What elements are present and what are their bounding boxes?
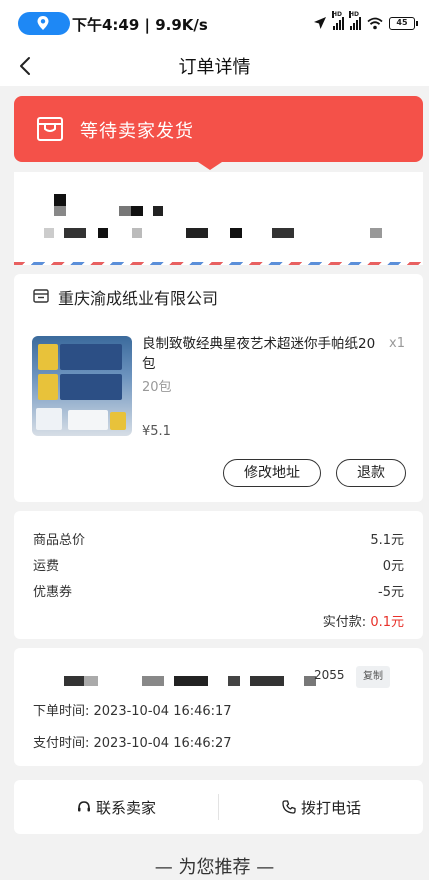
product-price: ¥5.1: [142, 424, 171, 439]
paid-label: 实付款:: [322, 615, 367, 630]
product-quantity: x1: [389, 336, 405, 351]
price-row-coupon: 优惠券 -5元: [33, 581, 404, 601]
redacted-block: [64, 676, 84, 686]
signal-icon: HD: [332, 11, 344, 30]
redacted-block: [54, 194, 66, 206]
order-status-banner: 等待卖家发货: [14, 96, 423, 162]
product-card: 重庆渝成纸业有限公司 良制致敬经典星夜艺术超迷你手帕纸20包 x1 20包 ¥5…: [14, 274, 423, 502]
signal-icon-2: HD: [349, 11, 361, 30]
page-title: 订单详情: [178, 57, 251, 78]
recommend-heading: — 为您推荐 —: [154, 857, 275, 878]
headset-icon: [77, 801, 90, 812]
redacted-block: [142, 676, 164, 686]
status-icons: HD HD 45: [313, 11, 418, 33]
refund-button[interactable]: 退款: [336, 459, 406, 487]
redacted-block: [230, 228, 242, 238]
location-pin-icon: [37, 16, 49, 30]
redacted-block: [370, 228, 382, 238]
redacted-block: [272, 228, 294, 238]
store-name[interactable]: 重庆渝成纸业有限公司: [58, 285, 218, 309]
battery-icon: 45: [389, 16, 418, 30]
call-label: 拨打电话: [300, 798, 361, 817]
order-info-card: 2055 复制 下单时间: 2023-10-04 16:46:17 支付时间: …: [14, 648, 423, 766]
status-time: 下午4:49 | 9.9K/s: [72, 16, 208, 34]
price-summary-card: 商品总价 5.1元 运费 0元 优惠券 -5元 实付款: 0.1元: [14, 511, 423, 639]
paid-total: 实付款: 0.1元: [323, 611, 404, 630]
wifi-icon: [367, 17, 383, 29]
navigation-arrow-icon: [314, 17, 326, 29]
price-row-label: 优惠券: [33, 585, 73, 600]
redacted-block: [174, 676, 208, 686]
store-icon: [33, 289, 49, 303]
banner-pointer: [198, 162, 222, 170]
redacted-block: [228, 676, 240, 686]
price-row-goods-total: 商品总价 5.1元: [33, 529, 404, 549]
order-number: 2055: [314, 668, 345, 682]
redacted-block: [153, 206, 163, 216]
redacted-block: [98, 228, 108, 238]
redacted-block: [54, 206, 66, 216]
product-spec: 20包: [142, 380, 172, 395]
price-row-label: 商品总价: [33, 533, 86, 548]
location-indicator: [18, 12, 70, 35]
contact-card: 联系卖家 拨打电话: [14, 780, 423, 834]
price-row-value: -5元: [378, 585, 404, 600]
airmail-border: [14, 262, 423, 265]
status-bar: 下午4:49 | 9.9K/s HD HD 45: [0, 0, 429, 46]
copy-button[interactable]: 复制: [356, 666, 390, 688]
redacted-block: [64, 228, 86, 238]
paid-amount: 0.1元: [370, 615, 404, 630]
modify-address-button[interactable]: 修改地址: [223, 459, 321, 487]
order-placed-time: 下单时间: 2023-10-04 16:46:17: [33, 704, 232, 719]
redacted-block: [186, 228, 208, 238]
nav-bar: 订单详情: [0, 46, 429, 86]
price-row-value: 0元: [382, 559, 404, 574]
redacted-block: [132, 228, 142, 238]
product-image[interactable]: [32, 336, 132, 436]
price-row-label: 运费: [33, 559, 60, 574]
product-title[interactable]: 良制致敬经典星夜艺术超迷你手帕纸20包: [142, 334, 388, 374]
redacted-block: [44, 228, 54, 238]
address-card: [14, 172, 423, 265]
price-row-shipping: 运费 0元: [33, 555, 404, 575]
redacted-block: [131, 206, 143, 216]
phone-icon: [282, 800, 296, 814]
redacted-block: [250, 676, 284, 686]
contact-seller-button[interactable]: 联系卖家: [14, 780, 218, 834]
redacted-block: [84, 676, 98, 686]
price-row-value: 5.1元: [370, 533, 404, 548]
contact-seller-label: 联系卖家: [95, 798, 156, 817]
package-icon: [37, 117, 63, 141]
call-button[interactable]: 拨打电话: [219, 780, 423, 834]
order-paid-time: 支付时间: 2023-10-04 16:46:27: [33, 736, 232, 751]
order-status-text: 等待卖家发货: [80, 121, 194, 142]
redacted-block: [119, 206, 131, 216]
